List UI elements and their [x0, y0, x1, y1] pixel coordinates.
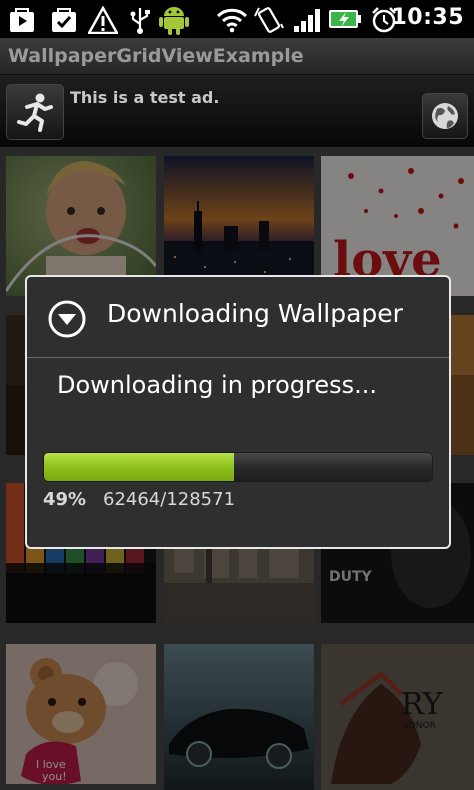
vibrate-icon: [254, 7, 284, 33]
download-dialog: Downloading Wallpaper Downloading in pro…: [25, 275, 451, 549]
dialog-header: Downloading Wallpaper: [27, 277, 449, 358]
download-progress-bar: [43, 452, 433, 482]
ad-text[interactable]: This is a test ad.: [70, 88, 219, 107]
chevron-down-circle-icon: [48, 300, 86, 338]
dialog-message: Downloading in progress...: [57, 371, 378, 399]
ad-app-icon-button[interactable]: [6, 84, 64, 140]
play-store-icon: [10, 8, 34, 32]
download-complete-icon: [52, 8, 76, 32]
status-clock: 10:35: [391, 5, 464, 30]
globe-icon: [432, 103, 458, 129]
progress-fill: [44, 453, 235, 481]
ad-banner[interactable]: This is a test ad.: [0, 75, 474, 147]
signal-icon: [294, 9, 320, 32]
ad-browser-button[interactable]: [422, 93, 468, 139]
progress-percent: 49%: [43, 489, 87, 510]
android-icon: [159, 7, 189, 35]
app-title: WallpaperGridViewExample: [8, 45, 304, 67]
usb-icon: [130, 8, 150, 34]
running-person-icon: [17, 93, 53, 132]
warning-icon: [88, 6, 118, 34]
status-bar: 10:35: [0, 0, 474, 38]
dialog-title: Downloading Wallpaper: [107, 299, 403, 328]
app-title-bar: WallpaperGridViewExample: [0, 38, 474, 75]
wifi-icon: [216, 8, 248, 33]
battery-charging-icon: [329, 10, 361, 28]
progress-count: 62464/128571: [103, 489, 236, 510]
